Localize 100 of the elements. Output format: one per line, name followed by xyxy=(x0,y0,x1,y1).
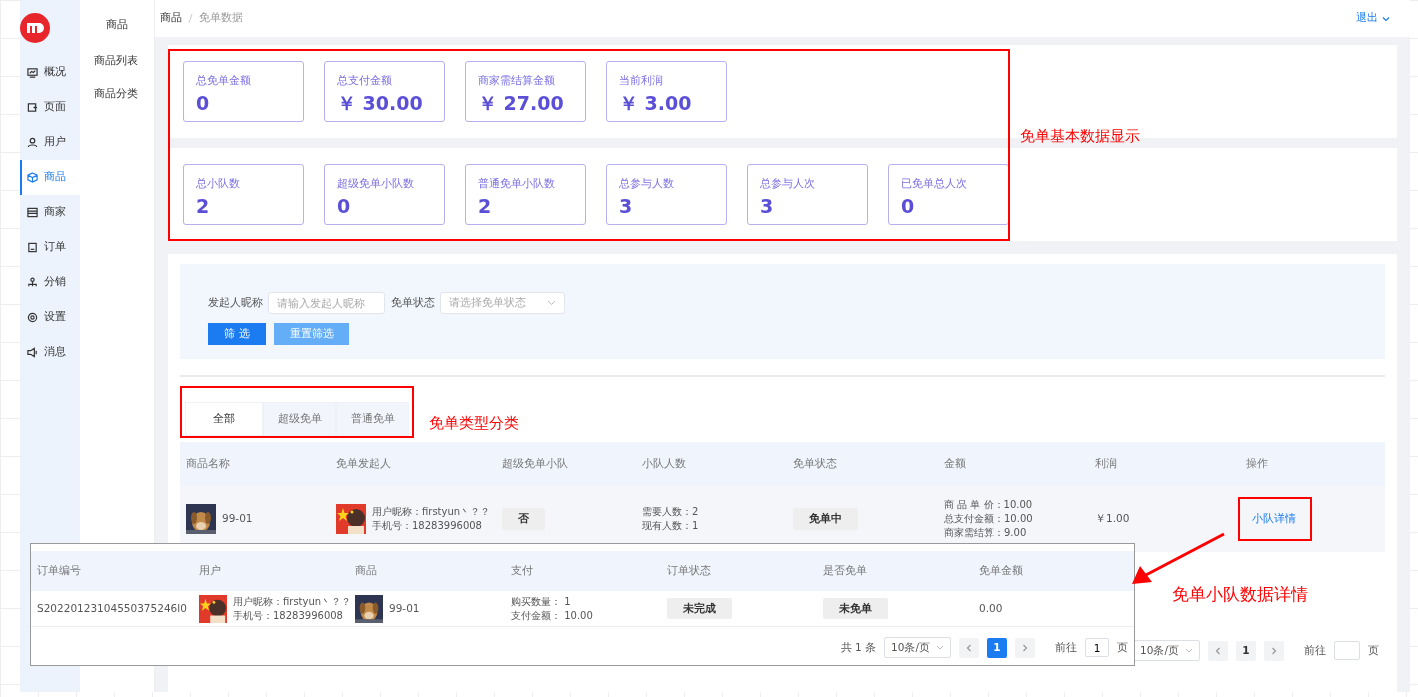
sidebar-item[interactable]: 用户 xyxy=(20,125,80,160)
column-header: 小队人数 xyxy=(641,455,687,472)
logout-link[interactable]: 退出 xyxy=(1356,10,1390,27)
sidebar-item[interactable]: 商家 xyxy=(20,195,80,230)
goto-label: 前往 xyxy=(1055,639,1077,655)
chevron-right-icon xyxy=(1270,646,1278,655)
column-header: 金额 xyxy=(943,455,967,472)
page-size-select[interactable]: 10条/页 xyxy=(884,637,951,658)
breadcrumb-current: 免单数据 xyxy=(199,10,243,27)
page-input[interactable]: 1 xyxy=(1085,638,1109,657)
field-label: 发起人昵称 xyxy=(208,294,263,311)
filter-button[interactable]: 筛 选 xyxy=(208,323,266,345)
member-count: 现有人数：1 xyxy=(642,519,699,533)
user-icon xyxy=(27,137,38,148)
stat-label: 总小队数 xyxy=(196,176,241,192)
column-header: 订单编号 xyxy=(36,562,82,579)
amount-line: 商 品 单 价：10.00 xyxy=(944,498,1033,512)
submenu-title: 商品 xyxy=(105,16,129,33)
document-icon xyxy=(27,242,38,253)
stat-value: ￥ 30.00 xyxy=(337,91,424,115)
user-info: 用户昵称：firstyun丶？？ xyxy=(233,594,352,609)
sidebar-item[interactable]: 商品 xyxy=(20,160,80,195)
stat-value: 3 xyxy=(760,194,775,218)
page-input[interactable] xyxy=(1334,641,1360,660)
submenu-link[interactable]: 商品列表 xyxy=(80,50,154,83)
amount-line: 总支付金额：10.00 xyxy=(944,512,1033,526)
page-button[interactable]: 1 xyxy=(1236,640,1256,661)
stat-label: 总参与人次 xyxy=(760,176,816,192)
column-header: 免单金额 xyxy=(978,562,1024,579)
sidebar-item[interactable]: 概况 xyxy=(20,55,80,90)
amount-line: 商家需结算：9.00 xyxy=(944,526,1028,540)
sidebar-item[interactable]: 设置 xyxy=(20,300,80,335)
stat-label: 超级免单小队数 xyxy=(337,176,415,192)
annotation-label: 免单类型分类 xyxy=(429,413,519,434)
input-field[interactable]: 请输入发起人昵称 xyxy=(268,292,385,314)
total-count: 共 1 条 xyxy=(840,639,877,655)
column-header: 商品名称 xyxy=(185,455,231,472)
sidebar-item[interactable]: 分销 xyxy=(20,265,80,300)
column-header: 操作 xyxy=(1245,455,1269,472)
chevron-left-icon xyxy=(965,643,973,652)
stat-label: 已免单总人次 xyxy=(901,176,968,192)
next-page-button[interactable] xyxy=(1264,640,1284,661)
stat-label: 总参与人数 xyxy=(619,176,675,192)
previous-page-button[interactable] xyxy=(1208,640,1228,661)
annotation-label: 免单小队数据详情 xyxy=(1172,583,1308,606)
store-icon xyxy=(27,207,38,218)
column-header: 用户 xyxy=(198,562,222,579)
product-name: 99-01 xyxy=(222,511,253,527)
annotation-label: 免单基本数据显示 xyxy=(1020,126,1140,147)
sidebar-item[interactable]: 订单 xyxy=(20,230,80,265)
product-name: 99-01 xyxy=(389,600,420,616)
stat-label: 总支付金额 xyxy=(337,73,393,89)
previous-page-button[interactable] xyxy=(959,637,979,658)
stat-label: 普通免单小队数 xyxy=(478,176,556,192)
page-unit: 页 xyxy=(1368,642,1379,658)
tab[interactable]: 超级免单 xyxy=(263,402,336,436)
stat-value: 3 xyxy=(619,194,634,218)
chevron-down-icon xyxy=(547,300,556,306)
breadcrumb-link[interactable]: 商品 xyxy=(160,10,182,27)
field-label: 免单状态 xyxy=(391,294,435,311)
payment-line: 购买数量： 1 xyxy=(511,594,572,609)
stat-value: 0 xyxy=(196,91,211,115)
tab[interactable]: 全部 xyxy=(185,402,263,436)
logo-icon xyxy=(20,13,50,43)
next-page-button[interactable] xyxy=(1015,637,1035,658)
tab[interactable]: 普通免单 xyxy=(336,402,409,436)
page-icon xyxy=(27,102,38,113)
speaker-icon xyxy=(27,347,38,358)
column-header: 支付 xyxy=(510,562,534,579)
monitor-icon xyxy=(27,67,38,78)
page-size-select[interactable]: 10条/页 xyxy=(1133,640,1200,661)
cube-icon xyxy=(27,172,38,183)
page-unit: 页 xyxy=(1117,639,1128,655)
chevron-down-icon xyxy=(936,645,944,650)
user-info: 手机号：18283996008 xyxy=(372,519,483,533)
stat-value: ￥ 27.00 xyxy=(478,91,565,115)
page-button[interactable]: 1 xyxy=(987,637,1007,658)
status-tag: 未完成 xyxy=(667,597,732,620)
column-header: 商品 xyxy=(354,562,378,579)
chevron-right-icon xyxy=(1021,643,1029,652)
submenu-link[interactable]: 商品分类 xyxy=(80,82,154,115)
team-details-link[interactable]: 小队详情 xyxy=(1252,511,1296,525)
sidebar-item[interactable]: 消息 xyxy=(20,335,80,370)
column-header: 是否免单 xyxy=(822,562,868,579)
column-header: 超级免单小队 xyxy=(501,455,569,472)
goto-label: 前往 xyxy=(1304,642,1326,658)
user-info: 手机号：18283996008 xyxy=(233,608,344,623)
user-info: 用户昵称：firstyun丶？？ xyxy=(372,505,491,519)
stat-value: 2 xyxy=(478,194,493,218)
amount-value: 0.00 xyxy=(979,600,1003,616)
stat-label: 总免单金额 xyxy=(196,73,252,89)
status-tag: 未免单 xyxy=(823,597,888,620)
sidebar-item[interactable]: 页面 xyxy=(20,90,80,125)
stat-value: ￥ 3.00 xyxy=(619,91,693,115)
column-header: 免单发起人 xyxy=(335,455,392,472)
stat-value: 0 xyxy=(901,194,916,218)
member-count: 需要人数：2 xyxy=(642,505,699,519)
chevron-down-icon xyxy=(1382,14,1390,23)
column-header: 免单状态 xyxy=(792,455,838,472)
stat-label: 当前利润 xyxy=(619,73,664,89)
